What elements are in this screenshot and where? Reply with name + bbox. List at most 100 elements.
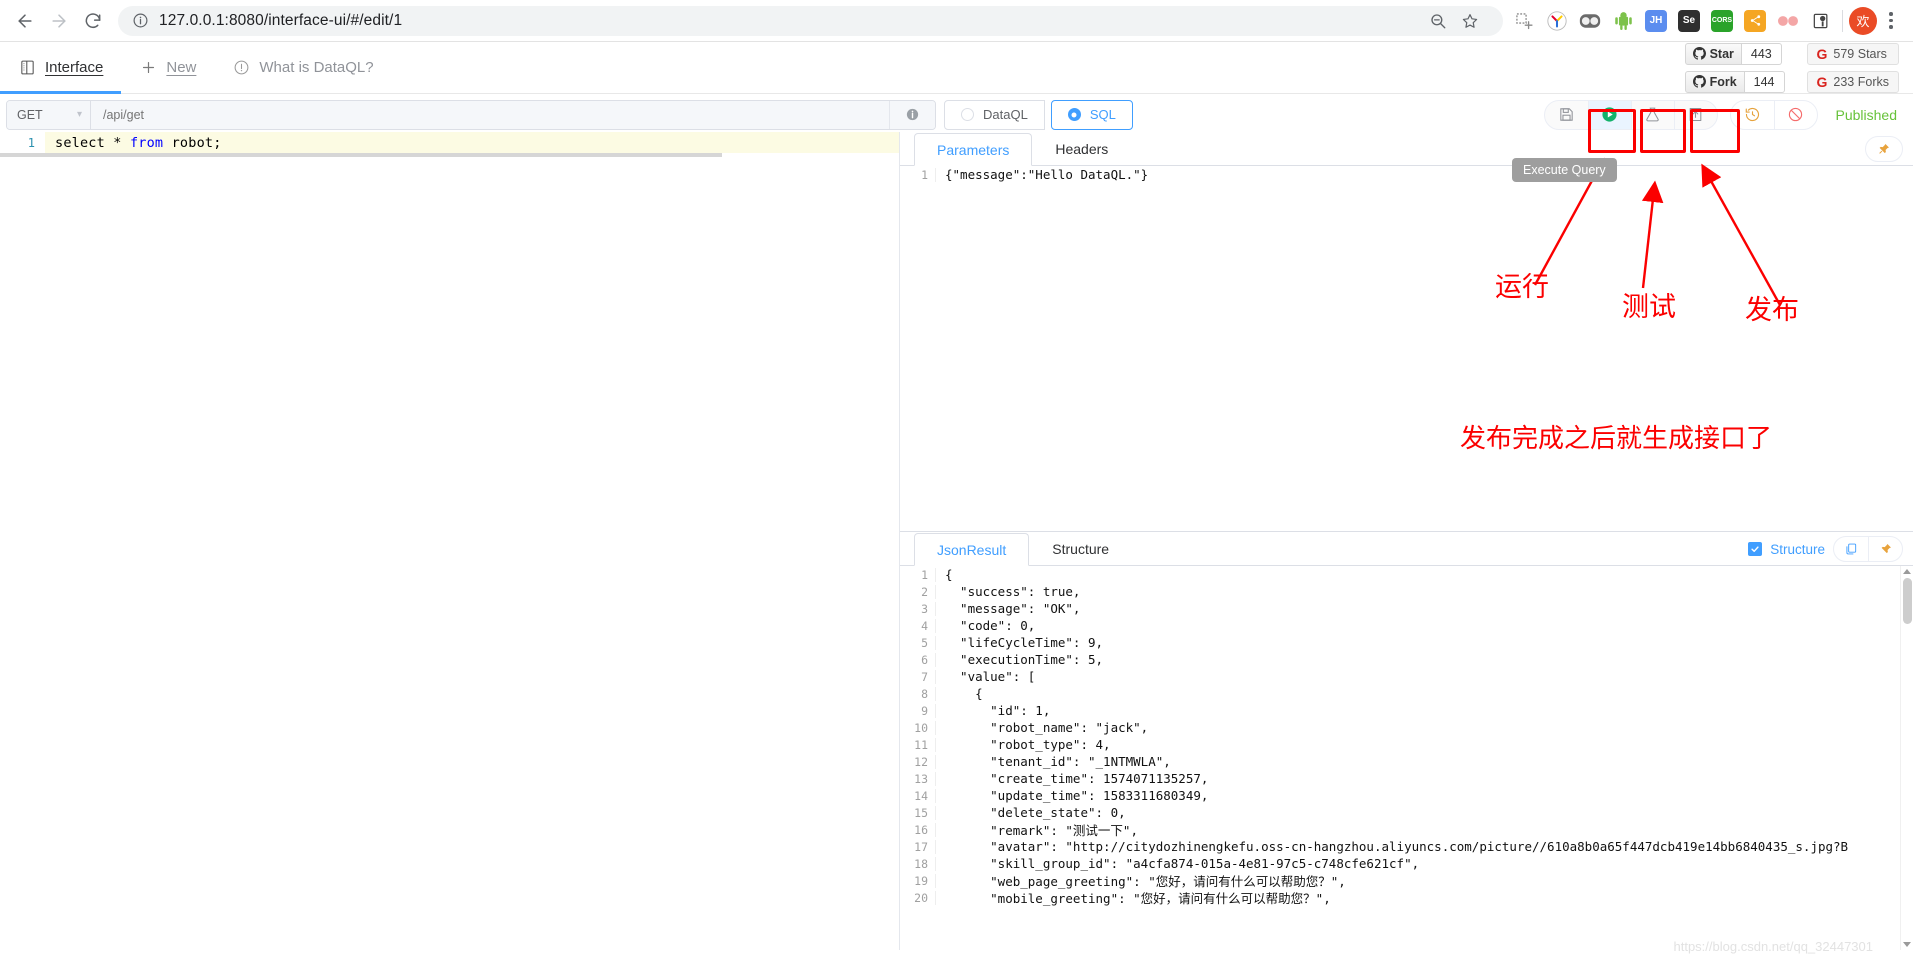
tab-headers-label: Headers	[1055, 140, 1109, 157]
reload-button[interactable]	[76, 4, 110, 38]
scrollbar-thumb[interactable]	[1903, 578, 1912, 624]
history-button[interactable]	[1731, 101, 1774, 129]
structure-checkbox[interactable]	[1748, 542, 1763, 556]
api-path-input[interactable]	[91, 100, 889, 129]
result-line-number: 10	[900, 720, 936, 735]
yandex-extension-icon[interactable]	[1542, 6, 1572, 36]
lang-option-sql[interactable]: SQL	[1050, 99, 1133, 130]
jh-extension-icon[interactable]: JH	[1641, 6, 1671, 36]
result-line-content: "message": "OK",	[945, 601, 1081, 616]
gitee-forks-badge[interactable]: G 233 Forks	[1806, 70, 1899, 93]
test-button[interactable]	[1630, 100, 1674, 129]
forward-button[interactable]	[42, 4, 76, 38]
lang-option-dataql-label: DataQL	[983, 107, 1028, 122]
copy-button[interactable]	[1834, 537, 1868, 561]
site-info-icon[interactable]	[132, 12, 149, 29]
nav-tab-new[interactable]: New	[121, 42, 214, 93]
result-line-content: "success": true,	[945, 584, 1081, 599]
result-line-number: 8	[900, 686, 936, 701]
save-button[interactable]	[1545, 101, 1588, 129]
github-star-badge[interactable]: Star 443	[1684, 42, 1785, 65]
github-fork-badge[interactable]: Fork 144	[1684, 70, 1785, 93]
result-line-number: 15	[900, 805, 936, 820]
api-toolbar: GET ▾ DataQL SQL	[0, 94, 1913, 132]
result-action-group	[1833, 536, 1903, 562]
parameters-pin-button[interactable]	[1865, 136, 1903, 162]
profile-avatar[interactable]: 欢	[1849, 6, 1877, 35]
result-line-number: 19	[900, 873, 936, 888]
right-pane: Parameters Headers 1 {"message":"Hello D…	[900, 132, 1913, 950]
share-extension-icon[interactable]	[1740, 6, 1770, 36]
structure-checkbox-label[interactable]: Structure	[1770, 542, 1825, 557]
result-line-number: 11	[900, 737, 936, 752]
nav-tab-interface[interactable]: Interface	[0, 42, 122, 94]
result-line: 17 "avatar": "http://citydozhinengkefu.o…	[900, 838, 1913, 855]
app-header: Interface New What is DataQL? Star 443 G…	[0, 42, 1913, 94]
parameters-line-number: 1	[900, 167, 936, 182]
cors-extension-icon[interactable]: CORS	[1707, 6, 1737, 36]
http-method-select[interactable]: GET ▾	[7, 100, 91, 129]
radio-icon	[961, 108, 974, 121]
result-json-editor[interactable]: 1 { 2 "success": true, 3 "message": "OK"…	[900, 566, 1913, 950]
nav-tab-what-is-dataql-label: What is DataQL?	[259, 59, 374, 76]
result-json-lines: 1 { 2 "success": true, 3 "message": "OK"…	[900, 566, 1913, 906]
address-bar[interactable]: 127.0.0.1:8080/interface-ui/#/edit/1	[118, 5, 1503, 36]
goggles-extension-icon[interactable]	[1575, 6, 1605, 36]
tab-parameters[interactable]: Parameters	[914, 133, 1033, 166]
secondary-action-group	[1729, 99, 1818, 130]
back-button[interactable]	[8, 4, 42, 38]
github-star-count[interactable]: 443	[1741, 42, 1782, 65]
main-split: 1 select * from robot; Parameters Header…	[0, 132, 1913, 950]
path-info-icon[interactable]	[889, 100, 935, 129]
result-vertical-scrollbar[interactable]	[1900, 566, 1913, 950]
parameters-line-content[interactable]: {"message":"Hello DataQL."}	[936, 167, 1148, 182]
sql-editor-pane[interactable]: 1 select * from robot;	[0, 132, 900, 950]
result-line-number: 17	[900, 839, 936, 854]
result-line-number: 2	[900, 584, 936, 599]
gitee-stars-label: 579 Stars	[1833, 46, 1887, 61]
gitee-stars-badge[interactable]: G 579 Stars	[1806, 42, 1899, 65]
selenium-extension-icon[interactable]: Se	[1674, 6, 1704, 36]
grid-add-extension-icon[interactable]	[1509, 6, 1539, 36]
chrome-menu-button[interactable]	[1877, 12, 1905, 29]
github-badges: Star 443 G 579 Stars Fork 144 G 233 Fork…	[1684, 42, 1899, 93]
scroll-down-arrow-icon[interactable]	[1903, 942, 1911, 947]
result-line-content: "code": 0,	[945, 618, 1036, 633]
publish-button[interactable]	[1673, 100, 1717, 129]
parameters-editor[interactable]: 1 {"message":"Hello DataQL."}	[900, 166, 1913, 183]
gitee-logo-icon: G	[1816, 45, 1828, 62]
editor-line-content[interactable]: select * from robot;	[45, 132, 899, 153]
github-star-button[interactable]: Star	[1684, 42, 1742, 65]
result-line-number: 18	[900, 856, 936, 871]
result-line-content: "tenant_id": "_1NTMWLA",	[945, 754, 1171, 769]
result-line: 18 "skill_group_id": "a4cfa874-015a-4e81…	[900, 855, 1913, 872]
result-pin-button[interactable]	[1868, 537, 1902, 561]
android-extension-icon[interactable]	[1608, 6, 1638, 36]
method-url-group: GET ▾	[6, 99, 936, 130]
bookmark-star-icon[interactable]	[1455, 6, 1485, 36]
glasses-extension-icon[interactable]	[1773, 6, 1803, 36]
editor-line[interactable]: 1 select * from robot;	[0, 132, 899, 153]
result-line: 12 "tenant_id": "_1NTMWLA",	[900, 753, 1913, 770]
lang-option-sql-label: SQL	[1089, 107, 1116, 122]
result-line-content: "lifeCycleTime": 9,	[945, 635, 1104, 650]
github-fork-button[interactable]: Fork	[1684, 70, 1745, 93]
sql-table-name: robot;	[171, 134, 222, 151]
lang-option-dataql[interactable]: DataQL	[944, 99, 1045, 130]
tab-structure-label: Structure	[1052, 540, 1110, 557]
nav-tab-what-is-dataql[interactable]: What is DataQL?	[214, 42, 391, 93]
tab-structure[interactable]: Structure	[1029, 532, 1132, 565]
tab-headers[interactable]: Headers	[1032, 132, 1131, 165]
scroll-up-arrow-icon[interactable]	[1903, 569, 1911, 574]
result-line: 13 "create_time": 1574071135257,	[900, 770, 1913, 787]
disable-button[interactable]	[1773, 100, 1817, 129]
zoom-icon[interactable]	[1423, 6, 1453, 36]
github-fork-count[interactable]: 144	[1744, 70, 1785, 93]
tab-jsonresult[interactable]: JsonResult	[914, 533, 1030, 566]
nav-tab-new-label: New	[166, 59, 197, 76]
run-button[interactable]	[1587, 100, 1631, 129]
editor-horizontal-scrollbar[interactable]	[0, 153, 899, 157]
postman-extension-icon[interactable]	[1806, 6, 1836, 36]
browser-toolbar: 127.0.0.1:8080/interface-ui/#/edit/1 JH …	[0, 0, 1913, 42]
gitee-forks-label: 233 Forks	[1833, 74, 1889, 89]
